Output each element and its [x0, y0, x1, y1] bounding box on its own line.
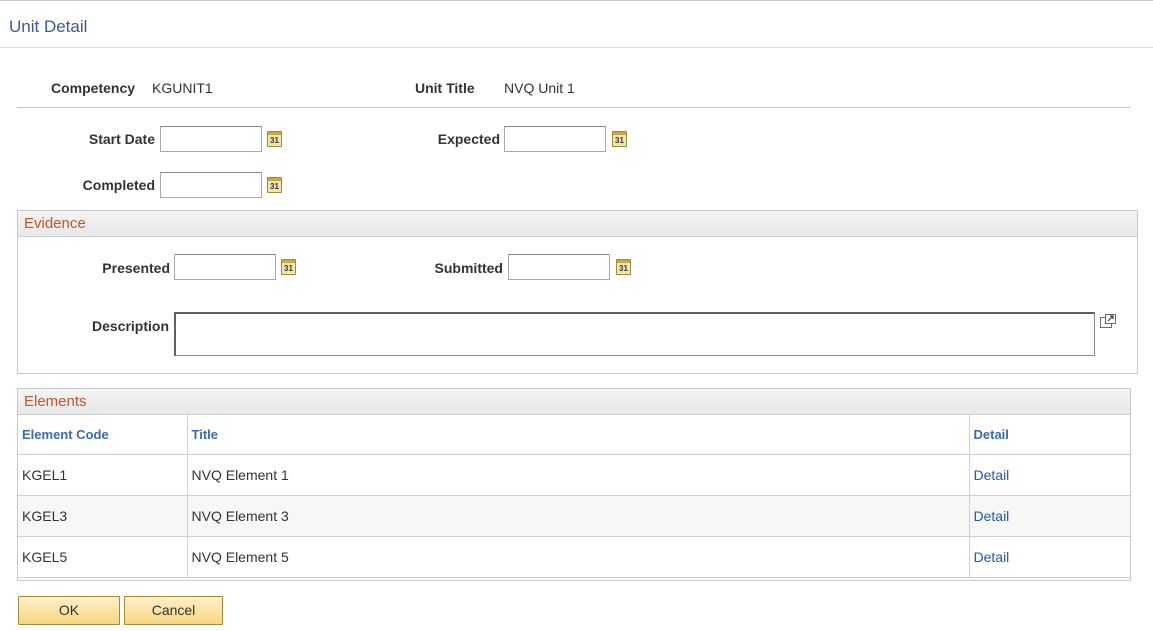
table-row: KGEL5 NVQ Element 5 Detail: [18, 536, 1130, 578]
column-header-element-code[interactable]: Element Code: [18, 415, 188, 455]
expected-label: Expected: [437, 131, 500, 147]
start-date-calendar-icon[interactable]: 31: [267, 131, 282, 147]
page-header: Unit Detail: [0, 0, 1153, 48]
evidence-header: Evidence: [18, 211, 1137, 237]
unit-title-value: NVQ Unit 1: [504, 80, 575, 96]
expand-textarea-icon[interactable]: [1099, 313, 1117, 329]
presented-label: Presented: [102, 260, 170, 276]
presented-calendar-icon[interactable]: 31: [281, 259, 296, 275]
detail-link[interactable]: Detail: [969, 454, 1130, 496]
element-code-cell: KGEL3: [18, 495, 188, 537]
description-label: Description: [91, 318, 169, 334]
unit-title-label: Unit Title: [415, 80, 475, 96]
elements-header: Elements: [18, 389, 1130, 415]
presented-field[interactable]: [174, 254, 276, 280]
cancel-button[interactable]: Cancel: [124, 596, 223, 625]
submitted-field[interactable]: [508, 254, 610, 280]
element-code-cell: KGEL1: [18, 454, 188, 496]
column-header-title[interactable]: Title: [187, 415, 970, 455]
completed-calendar-icon[interactable]: 31: [267, 177, 282, 193]
submitted-label: Submitted: [434, 260, 503, 276]
table-row: KGEL3 NVQ Element 3 Detail: [18, 495, 1130, 537]
competency-label: Competency: [51, 80, 136, 96]
detail-link[interactable]: Detail: [969, 536, 1130, 578]
completed-field[interactable]: [160, 172, 262, 198]
summary-divider: [17, 107, 1131, 108]
expected-calendar-icon[interactable]: 31: [612, 131, 627, 147]
page-title: Unit Detail: [9, 17, 88, 36]
evidence-title: Evidence: [24, 215, 86, 232]
element-title-cell: NVQ Element 5: [187, 536, 970, 578]
start-date-label: Start Date: [88, 131, 155, 147]
table-row: KGEL1 NVQ Element 1 Detail: [18, 454, 1130, 496]
expected-field[interactable]: [504, 126, 606, 152]
ok-button[interactable]: OK: [18, 596, 120, 625]
elements-title: Elements: [24, 393, 87, 410]
element-title-cell: NVQ Element 3: [187, 495, 970, 537]
element-code-cell: KGEL5: [18, 536, 188, 578]
elements-grid: Element Code Title Detail KGEL1 NVQ Elem…: [18, 415, 1130, 578]
detail-link[interactable]: Detail: [969, 495, 1130, 537]
competency-value: KGUNIT1: [152, 80, 213, 96]
submitted-calendar-icon[interactable]: 31: [616, 259, 631, 275]
start-date-field[interactable]: [160, 126, 262, 152]
completed-label: Completed: [82, 177, 155, 193]
column-header-detail[interactable]: Detail: [969, 415, 1130, 455]
description-textarea[interactable]: [174, 312, 1095, 356]
element-title-cell: NVQ Element 1: [187, 454, 970, 496]
